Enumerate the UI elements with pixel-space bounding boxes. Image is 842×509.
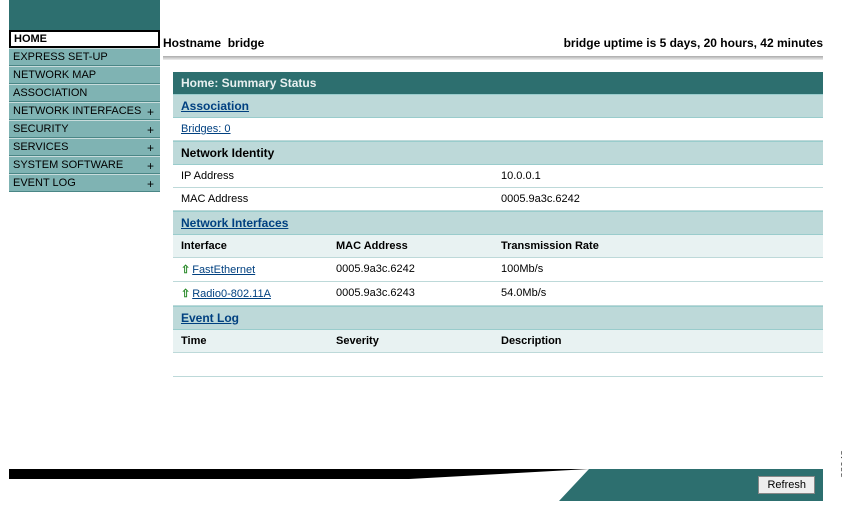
nav-item-event-log[interactable]: EVENT LOG + xyxy=(9,174,160,192)
col-mac: MAC Address xyxy=(328,235,493,257)
nav-label: SYSTEM SOFTWARE xyxy=(13,159,123,171)
event-log-header-row: Time Severity Description xyxy=(173,330,823,353)
ip-value: 10.0.0.1 xyxy=(493,165,823,187)
mac-value: 0005.9a3c.6242 xyxy=(493,188,823,210)
nav-item-system-software[interactable]: SYSTEM SOFTWARE + xyxy=(9,156,160,174)
mac-address-row: MAC Address 0005.9a3c.6242 xyxy=(173,188,823,211)
panel-title: Home: Summary Status xyxy=(173,72,823,94)
footer-bar: Refresh xyxy=(9,469,823,501)
interface-row: ⇧FastEthernet 0005.9a3c.6242 100Mb/s xyxy=(173,258,823,282)
refresh-button[interactable]: Refresh xyxy=(758,476,815,494)
empty-cell xyxy=(173,353,328,376)
col-rate: Transmission Rate xyxy=(493,235,823,257)
page-header: Hostname bridge bridge uptime is 5 days,… xyxy=(163,36,823,50)
mac-label: MAC Address xyxy=(173,188,493,210)
uptime-display: bridge uptime is 5 days, 20 hours, 42 mi… xyxy=(564,36,823,50)
association-link[interactable]: Association xyxy=(181,99,249,113)
interface-mac: 0005.9a3c.6242 xyxy=(328,258,493,281)
network-interfaces-link[interactable]: Network Interfaces xyxy=(181,216,288,230)
col-interface: Interface xyxy=(173,235,328,257)
ip-address-row: IP Address 10.0.0.1 xyxy=(173,165,823,188)
interfaces-header-row: Interface MAC Address Transmission Rate xyxy=(173,235,823,258)
summary-panel: Home: Summary Status Association Bridges… xyxy=(173,72,823,377)
nav-label: EVENT LOG xyxy=(13,177,76,189)
expand-icon: + xyxy=(147,141,154,155)
interface-row: ⇧Radio0-802.11A 0005.9a3c.6243 54.0Mb/s xyxy=(173,282,823,306)
nav-item-network-interfaces[interactable]: NETWORK INTERFACES + xyxy=(9,102,160,120)
interface-link-fastethernet[interactable]: FastEthernet xyxy=(192,264,255,276)
nav-label: SECURITY xyxy=(13,123,69,135)
hostname-label: Hostname xyxy=(163,36,221,50)
nav-item-services[interactable]: SERVICES + xyxy=(9,138,160,156)
col-severity: Severity xyxy=(328,330,493,352)
network-identity-label: Network Identity xyxy=(181,146,274,160)
footer-teal-strip: Refresh xyxy=(589,469,823,501)
expand-icon: + xyxy=(147,123,154,137)
event-log-heading: Event Log xyxy=(173,306,823,330)
nav-label: SERVICES xyxy=(13,141,68,153)
nav-label: NETWORK INTERFACES xyxy=(13,105,141,117)
network-identity-heading: Network Identity xyxy=(173,141,823,165)
header-separator xyxy=(163,56,823,60)
footer-black-strip xyxy=(9,469,409,479)
footer-diagonal-teal xyxy=(559,469,589,501)
col-time: Time xyxy=(173,330,328,352)
sidebar-nav: HOME EXPRESS SET-UP NETWORK MAP ASSOCIAT… xyxy=(9,30,160,192)
expand-icon: + xyxy=(147,105,154,119)
nav-item-security[interactable]: SECURITY + xyxy=(9,120,160,138)
expand-icon: + xyxy=(147,177,154,191)
interface-link-radio0[interactable]: Radio0-802.11A xyxy=(192,288,271,300)
expand-icon: + xyxy=(147,159,154,173)
association-heading: Association xyxy=(173,94,823,118)
hostname-value: bridge xyxy=(228,36,265,50)
col-description: Description xyxy=(493,330,823,352)
bridges-link[interactable]: Bridges: 0 xyxy=(181,123,231,135)
empty-cell xyxy=(493,353,823,376)
bridges-row: Bridges: 0 xyxy=(173,118,823,141)
network-interfaces-heading: Network Interfaces xyxy=(173,211,823,235)
nav-item-home[interactable]: HOME xyxy=(9,30,160,48)
empty-cell xyxy=(328,353,493,376)
ip-label: IP Address xyxy=(173,165,493,187)
nav-item-express-setup[interactable]: EXPRESS SET-UP xyxy=(9,48,160,66)
hostname-display: Hostname bridge xyxy=(163,36,264,50)
interface-rate: 54.0Mb/s xyxy=(493,282,823,305)
event-log-empty-row xyxy=(173,353,823,377)
interface-rate: 100Mb/s xyxy=(493,258,823,281)
nav-item-network-map[interactable]: NETWORK MAP xyxy=(9,66,160,84)
up-arrow-icon: ⇧ xyxy=(181,287,190,300)
up-arrow-icon: ⇧ xyxy=(181,263,190,276)
nav-item-association[interactable]: ASSOCIATION xyxy=(9,84,160,102)
event-log-link[interactable]: Event Log xyxy=(181,311,239,325)
top-ribbon-decoration xyxy=(9,0,160,30)
interface-mac: 0005.9a3c.6243 xyxy=(328,282,493,305)
content-area: Hostname bridge bridge uptime is 5 days,… xyxy=(163,30,823,377)
